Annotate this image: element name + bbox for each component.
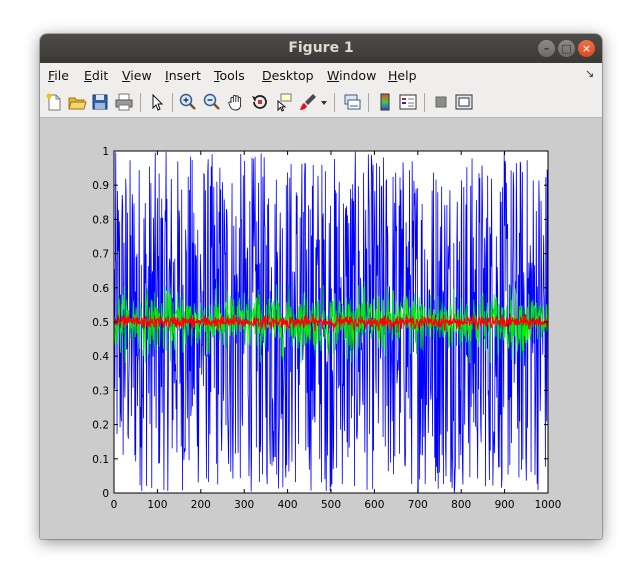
- y-tick-label: 0.8: [92, 214, 109, 226]
- y-tick-label: 0: [102, 488, 109, 500]
- x-tick-label: 0: [111, 499, 118, 511]
- x-tick-label: 800: [451, 499, 471, 511]
- y-tick-label: 0.5: [92, 317, 109, 329]
- x-tick-label: 100: [147, 499, 167, 511]
- y-tick-label: 0.2: [92, 420, 109, 432]
- x-tick-label: 500: [321, 499, 341, 511]
- y-tick-label: 0.6: [92, 283, 109, 295]
- y-tick-label: 0.3: [92, 385, 109, 397]
- y-tick-label: 1: [102, 146, 109, 158]
- x-tick-label: 300: [234, 499, 254, 511]
- x-tick-label: 1000: [535, 499, 562, 511]
- x-tick-label: 400: [278, 499, 298, 511]
- x-tick-label: 200: [191, 499, 211, 511]
- y-tick-label: 0.1: [92, 454, 109, 466]
- y-tick-label: 0.7: [92, 249, 109, 261]
- x-tick-label: 600: [364, 499, 384, 511]
- y-tick-label: 0.4: [92, 351, 109, 363]
- line-plot[interactable]: 0 100 200 300 400 500 600 700 800 900 1000 0 0.1 0.2 0…: [0, 0, 643, 577]
- y-tick-label: 0.9: [92, 180, 109, 192]
- x-tick-label: 900: [495, 499, 515, 511]
- x-tick-label: 700: [408, 499, 428, 511]
